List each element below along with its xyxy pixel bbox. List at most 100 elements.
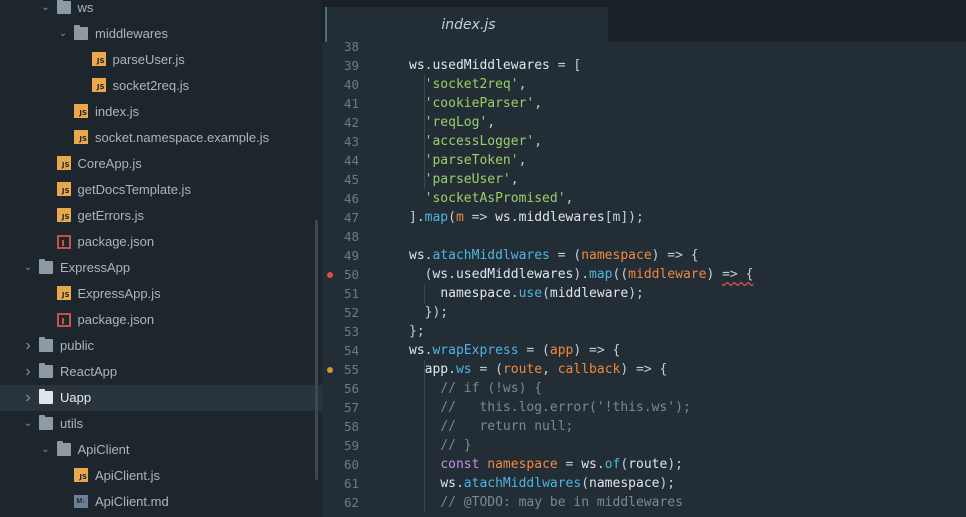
code-token: ( (448, 210, 456, 225)
code-line[interactable]: 51 namespace.use(middleware); (322, 284, 966, 303)
code-text: 'socket2req', (409, 75, 527, 94)
folder-icon (39, 389, 53, 404)
code-token: ); (667, 457, 683, 472)
chevron-right-icon[interactable]: › (22, 359, 34, 385)
folder-icon (39, 259, 53, 274)
js-file-icon: JS (74, 468, 88, 482)
tree-item-label: ApiClient (77, 442, 130, 457)
code-line[interactable]: 57 // this.log.error('!this.ws'); (322, 398, 966, 417)
tree-item-label: getErrors.js (77, 208, 144, 223)
code-line[interactable]: 55 app.ws = (route, callback) => { (322, 360, 966, 379)
code-line[interactable]: 38 (322, 42, 966, 56)
tree-item[interactable]: JS index.js (0, 99, 322, 125)
tree-item[interactable]: JS socket.namespace.example.js (0, 125, 322, 151)
code-line[interactable]: 58 // return null; (322, 417, 966, 436)
code-token: m (455, 210, 464, 225)
code-token: map (424, 210, 449, 225)
tab-index-js[interactable]: index.js (325, 7, 608, 42)
code-token: => (463, 210, 496, 225)
tree-item[interactable]: ⌄ middlewares (0, 21, 322, 47)
chevron-down-icon[interactable]: ⌄ (40, 0, 52, 21)
tree-item-label: middlewares (95, 26, 168, 41)
code-token: ) => { (651, 248, 699, 263)
code-line[interactable]: 41 'cookieParser', (322, 94, 966, 113)
code-token: ( (581, 476, 590, 491)
code-line[interactable]: 53}; (322, 322, 966, 341)
code-line[interactable]: 60 const namespace = ws.of(route); (322, 455, 966, 474)
code-text: ].map(m => ws.middlewares[m]); (409, 208, 644, 227)
code-line[interactable]: 50 (ws.usedMiddlewares).map((middleware)… (322, 265, 966, 284)
tree-item-label: ReactApp (60, 364, 118, 379)
code-token: ws (409, 248, 425, 263)
code-token: , (534, 134, 543, 149)
tree-item[interactable]: › ReactApp (0, 359, 322, 385)
folder-icon (39, 363, 53, 378)
code-line[interactable]: 62 // @TODO: may be in middlewares (322, 493, 966, 512)
chevron-down-icon[interactable]: ⌄ (40, 437, 52, 463)
code-line[interactable]: 39 ws.usedMiddlewares = [ (322, 56, 966, 75)
code-line[interactable]: 47].map(m => ws.middlewares[m]); (322, 208, 966, 227)
code-line[interactable]: 44 'parseToken', (322, 151, 966, 170)
code-token: const (440, 457, 488, 472)
chevron-down-icon[interactable]: ⌄ (22, 255, 34, 281)
code-text: (ws.usedMiddlewares).map((middleware) =>… (409, 265, 754, 284)
code-text: // this.log.error('!this.ws'); (409, 398, 690, 417)
code-line[interactable]: 52 }); (322, 303, 966, 322)
line-number: 45 (343, 172, 359, 187)
code-line[interactable]: 49 ws.atachMiddlwares = (namespace) => { (322, 246, 966, 265)
code-token: => { (722, 267, 754, 282)
code-line[interactable]: 56 // if (!ws) { (322, 379, 966, 398)
code-text: 'parseUser', (409, 170, 519, 189)
chevron-down-icon[interactable]: ⌄ (57, 21, 69, 47)
code-token: ws (455, 362, 472, 377)
tree-item[interactable]: › public (0, 333, 322, 359)
tree-item[interactable]: ⌄ ApiClient (0, 437, 322, 463)
tree-item[interactable]: JS ApiClient.js (0, 463, 322, 489)
code-text: // } (409, 436, 471, 455)
code-editor[interactable]: 38 39 ws.usedMiddlewares = [40 'socket2req… (322, 42, 966, 517)
code-line[interactable]: 54 ws.wrapExpress = (app) => { (322, 341, 966, 360)
code-token: , (565, 191, 574, 206)
tree-item[interactable]: ⌄ utils (0, 411, 322, 437)
code-line[interactable]: 43 'accessLogger', (322, 132, 966, 151)
tree-item[interactable]: JS parseUser.js (0, 47, 322, 73)
code-token: middlewares (518, 210, 605, 225)
tree-item[interactable]: JS ExpressApp.js (0, 281, 322, 307)
code-token: ). (573, 267, 590, 282)
tree-item[interactable]: JS socket2req.js (0, 73, 322, 99)
code-token: . (596, 457, 605, 472)
code-line[interactable]: 59 // } (322, 436, 966, 455)
code-line[interactable]: 45 'parseUser', (322, 170, 966, 189)
tree-item[interactable]: JS getDocsTemplate.js (0, 177, 322, 203)
code-token: , (487, 115, 496, 130)
tree-item[interactable]: package.json (0, 229, 322, 255)
code-token: ); (628, 286, 644, 301)
code-token: = ( (518, 343, 550, 358)
tree-item[interactable]: package.json (0, 307, 322, 333)
code-line[interactable]: 40 'socket2req', (322, 75, 966, 94)
code-text: ws.usedMiddlewares = [ (409, 56, 581, 75)
chevron-right-icon[interactable]: › (22, 385, 34, 411)
code-line[interactable]: 46 'socketAsPromised', (322, 189, 966, 208)
code-line[interactable]: 48 (322, 227, 966, 246)
tree-item[interactable]: JS CoreApp.js (0, 151, 322, 177)
tree-item[interactable]: ⌄ ws (0, 0, 322, 21)
code-token: = ( (471, 362, 503, 377)
tree-item[interactable]: M↓ ApiClient.md (0, 489, 322, 515)
tree-item[interactable]: › Uapp (0, 385, 322, 411)
tree-item-label: parseUser.js (112, 52, 185, 67)
line-number: 42 (343, 115, 359, 130)
tree-item[interactable]: ⌄ ExpressApp (0, 255, 322, 281)
code-text: const namespace = ws.of(route); (409, 455, 683, 474)
chevron-right-icon[interactable]: › (22, 333, 34, 359)
code-line[interactable]: 42 'reqLog', (322, 113, 966, 132)
line-number: 44 (343, 153, 359, 168)
chevron-down-icon[interactable]: ⌄ (22, 411, 34, 437)
sidebar-scrollbar[interactable] (315, 220, 318, 480)
code-line[interactable]: 61 ws.atachMiddlwares(namespace); (322, 474, 966, 493)
code-text: 'parseToken', (409, 151, 527, 170)
tree-item[interactable]: JS getErrors.js (0, 203, 322, 229)
